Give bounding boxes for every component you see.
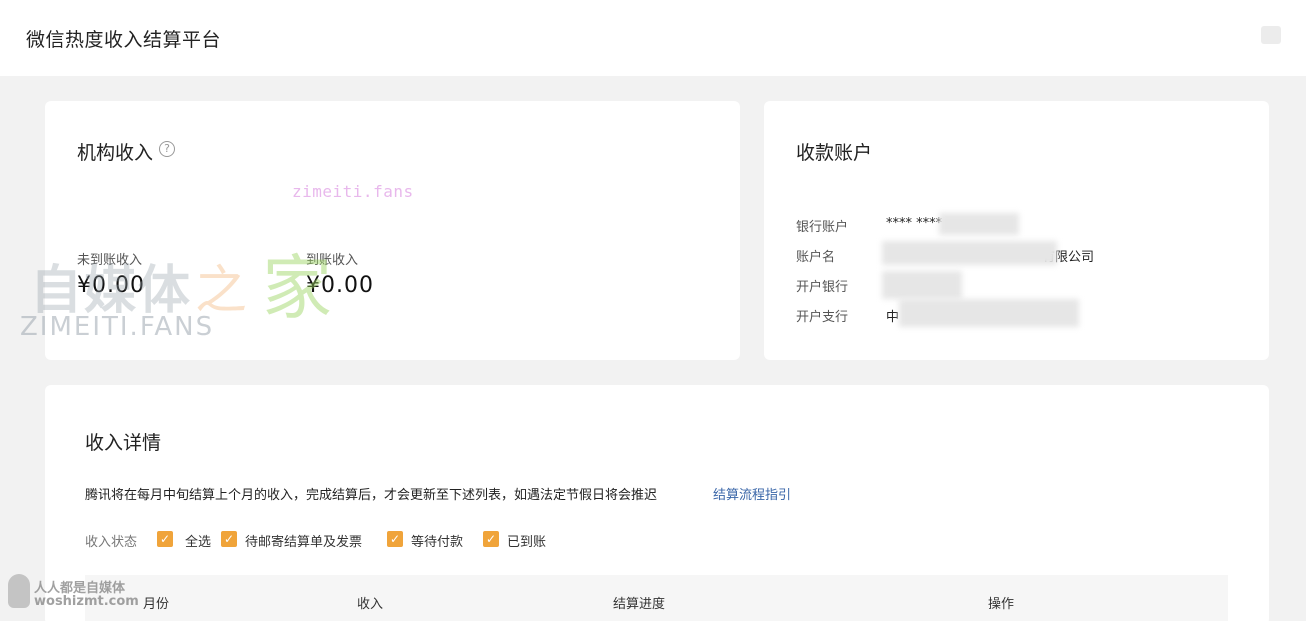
redaction-blur bbox=[939, 213, 1019, 235]
branch-label: 开户支行 bbox=[796, 310, 849, 325]
column-actions: 操作 bbox=[988, 597, 1015, 612]
column-income: 收入 bbox=[357, 597, 384, 612]
checkbox-awaiting-payment[interactable]: ✓ bbox=[387, 531, 403, 547]
app-title: 微信热度收入结算平台 bbox=[26, 29, 222, 51]
redaction-blur bbox=[882, 271, 962, 299]
filter-select-all-label[interactable]: 全选 bbox=[185, 531, 211, 550]
account-card-title: 收款账户 bbox=[796, 142, 873, 164]
check-icon: ✓ bbox=[485, 532, 497, 546]
bank-account-label: 银行账户 bbox=[796, 220, 849, 235]
help-icon[interactable]: ? bbox=[159, 141, 175, 157]
watermark-site-text: ZIMEITI.FANS bbox=[20, 312, 215, 342]
filter-awaiting-payment-label[interactable]: 等待付款 bbox=[411, 531, 463, 550]
settlement-notice: 腾讯将在每月中旬结算上个月的收入，完成结算后，才会更新至下述列表，如遇法定节假日… bbox=[85, 488, 658, 503]
checkbox-pending-mail[interactable]: ✓ bbox=[221, 531, 237, 547]
account-name-label: 账户名 bbox=[796, 250, 836, 265]
payee-account-card: 收款账户 银行账户 **** **** 账户名 有限公司 开户银行 开户支行 中 bbox=[764, 101, 1269, 360]
settlement-guide-link[interactable]: 结算流程指引 bbox=[713, 484, 791, 503]
watermark-logo-jia: 家 bbox=[262, 247, 332, 329]
checkbox-received[interactable]: ✓ bbox=[483, 531, 499, 547]
bank-account-value: **** **** bbox=[886, 216, 943, 231]
redaction-blur bbox=[899, 299, 1079, 327]
column-month: 月份 bbox=[143, 597, 170, 612]
bank-name-label: 开户银行 bbox=[796, 280, 849, 295]
microphone-icon bbox=[8, 574, 30, 608]
check-icon: ✓ bbox=[223, 532, 235, 546]
income-table-header: 月份 收入 结算进度 操作 bbox=[85, 575, 1228, 621]
detail-card-title: 收入详情 bbox=[85, 432, 162, 454]
avatar[interactable] bbox=[1261, 26, 1281, 44]
watermark-bottom-url: woshizmt.com bbox=[34, 594, 139, 609]
income-card-title: 机构收入 bbox=[77, 142, 154, 164]
column-progress: 结算进度 bbox=[613, 597, 666, 612]
check-icon: ✓ bbox=[389, 532, 401, 546]
filter-received-label[interactable]: 已到账 bbox=[507, 531, 546, 550]
filter-pending-mail-label[interactable]: 待邮寄结算单及发票 bbox=[245, 531, 362, 550]
redaction-blur bbox=[882, 241, 1057, 265]
check-icon: ✓ bbox=[159, 532, 171, 546]
top-bar: 微信热度收入结算平台 bbox=[0, 0, 1306, 76]
checkbox-select-all[interactable]: ✓ bbox=[157, 531, 173, 547]
watermark-text: zimeiti.fans bbox=[292, 182, 414, 201]
income-detail-card: 收入详情 腾讯将在每月中旬结算上个月的收入，完成结算后，才会更新至下述列表，如遇… bbox=[45, 385, 1269, 621]
income-status-label: 收入状态 bbox=[85, 535, 138, 550]
branch-value: 中 bbox=[886, 310, 900, 325]
